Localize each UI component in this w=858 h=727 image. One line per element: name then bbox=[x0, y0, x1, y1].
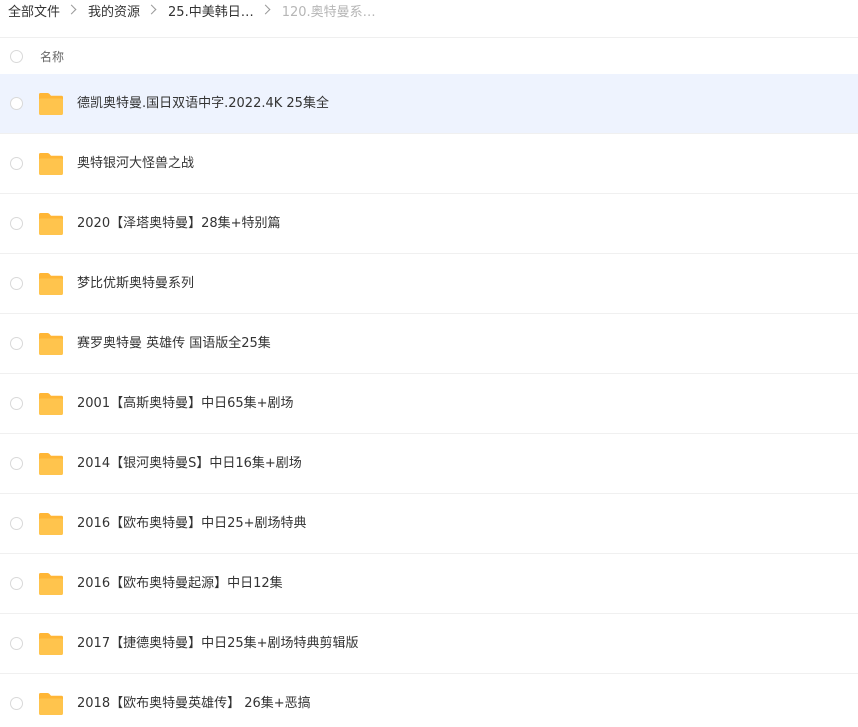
folder-icon bbox=[39, 153, 63, 175]
file-row[interactable]: 2018【欧布奥特曼英雄传】 26集+恶搞 bbox=[0, 674, 858, 727]
file-row[interactable]: 2017【捷德奥特曼】中日25集+剧场特典剪辑版 bbox=[0, 614, 858, 674]
row-checkbox[interactable] bbox=[10, 517, 23, 530]
breadcrumb-item-folder-25[interactable]: 25.中美韩日… bbox=[168, 1, 254, 20]
file-row[interactable]: 2016【欧布奥特曼起源】中日12集 bbox=[0, 554, 858, 614]
file-name-label: 2016【欧布奥特曼起源】中日12集 bbox=[77, 576, 283, 591]
chevron-right-icon bbox=[66, 0, 80, 20]
file-name-label: 德凯奥特曼.国日双语中字.2022.4K 25集全 bbox=[77, 96, 329, 111]
file-row[interactable]: 赛罗奥特曼 英雄传 国语版全25集 bbox=[0, 314, 858, 374]
file-list: 德凯奥特曼.国日双语中字.2022.4K 25集全 奥特银河大怪兽之战 2020… bbox=[0, 74, 858, 727]
folder-icon bbox=[39, 333, 63, 355]
folder-icon bbox=[39, 693, 63, 715]
column-header-name[interactable]: 名称 bbox=[40, 48, 64, 65]
file-name-label: 2016【欧布奥特曼】中日25+剧场特典 bbox=[77, 516, 307, 531]
file-name-label: 2014【银河奥特曼S】中日16集+剧场 bbox=[77, 456, 302, 471]
file-name-label: 2018【欧布奥特曼英雄传】 26集+恶搞 bbox=[77, 696, 311, 711]
folder-icon bbox=[39, 513, 63, 535]
row-checkbox[interactable] bbox=[10, 457, 23, 470]
row-checkbox[interactable] bbox=[10, 637, 23, 650]
file-name-label: 2020【泽塔奥特曼】28集+特别篇 bbox=[77, 216, 281, 231]
folder-icon bbox=[39, 453, 63, 475]
breadcrumb-item-my-resources[interactable]: 我的资源 bbox=[88, 1, 140, 20]
file-name-label: 2001【高斯奥特曼】中日65集+剧场 bbox=[77, 396, 294, 411]
folder-icon bbox=[39, 633, 63, 655]
row-checkbox[interactable] bbox=[10, 337, 23, 350]
breadcrumb-item-current-folder: 120.奥特曼系… bbox=[281, 4, 376, 20]
folder-icon bbox=[39, 573, 63, 595]
row-checkbox[interactable] bbox=[10, 277, 23, 290]
file-name-label: 奥特银河大怪兽之战 bbox=[77, 156, 195, 171]
folder-icon bbox=[39, 273, 63, 295]
row-checkbox[interactable] bbox=[10, 397, 23, 410]
file-row[interactable]: 梦比优斯奥特曼系列 bbox=[0, 254, 858, 314]
file-row[interactable]: 2020【泽塔奥特曼】28集+特别篇 bbox=[0, 194, 858, 254]
row-checkbox[interactable] bbox=[10, 157, 23, 170]
breadcrumb-item-all-files[interactable]: 全部文件 bbox=[8, 1, 60, 20]
row-checkbox[interactable] bbox=[10, 217, 23, 230]
folder-icon bbox=[39, 93, 63, 115]
file-row[interactable]: 奥特银河大怪兽之战 bbox=[0, 134, 858, 194]
select-all-checkbox[interactable] bbox=[10, 49, 23, 63]
file-name-label: 2017【捷德奥特曼】中日25集+剧场特典剪辑版 bbox=[77, 636, 359, 651]
folder-icon bbox=[39, 213, 63, 235]
file-name-label: 赛罗奥特曼 英雄传 国语版全25集 bbox=[77, 336, 271, 351]
file-row[interactable]: 德凯奥特曼.国日双语中字.2022.4K 25集全 bbox=[0, 74, 858, 134]
file-row[interactable]: 2016【欧布奥特曼】中日25+剧场特典 bbox=[0, 494, 858, 554]
chevron-right-icon bbox=[260, 0, 274, 20]
chevron-right-icon bbox=[146, 0, 160, 20]
breadcrumb: 全部文件 我的资源 25.中美韩日… 120.奥特曼系… bbox=[0, 0, 858, 20]
folder-icon bbox=[39, 393, 63, 415]
row-checkbox[interactable] bbox=[10, 577, 23, 590]
row-checkbox[interactable] bbox=[10, 97, 23, 110]
list-column-header: 名称 bbox=[0, 38, 858, 74]
row-checkbox[interactable] bbox=[10, 697, 23, 710]
file-browser: 全部文件 我的资源 25.中美韩日… 120.奥特曼系… 名称 德凯奥特曼.国日… bbox=[0, 0, 858, 727]
file-row[interactable]: 2001【高斯奥特曼】中日65集+剧场 bbox=[0, 374, 858, 434]
file-name-label: 梦比优斯奥特曼系列 bbox=[77, 276, 195, 291]
file-row[interactable]: 2014【银河奥特曼S】中日16集+剧场 bbox=[0, 434, 858, 494]
